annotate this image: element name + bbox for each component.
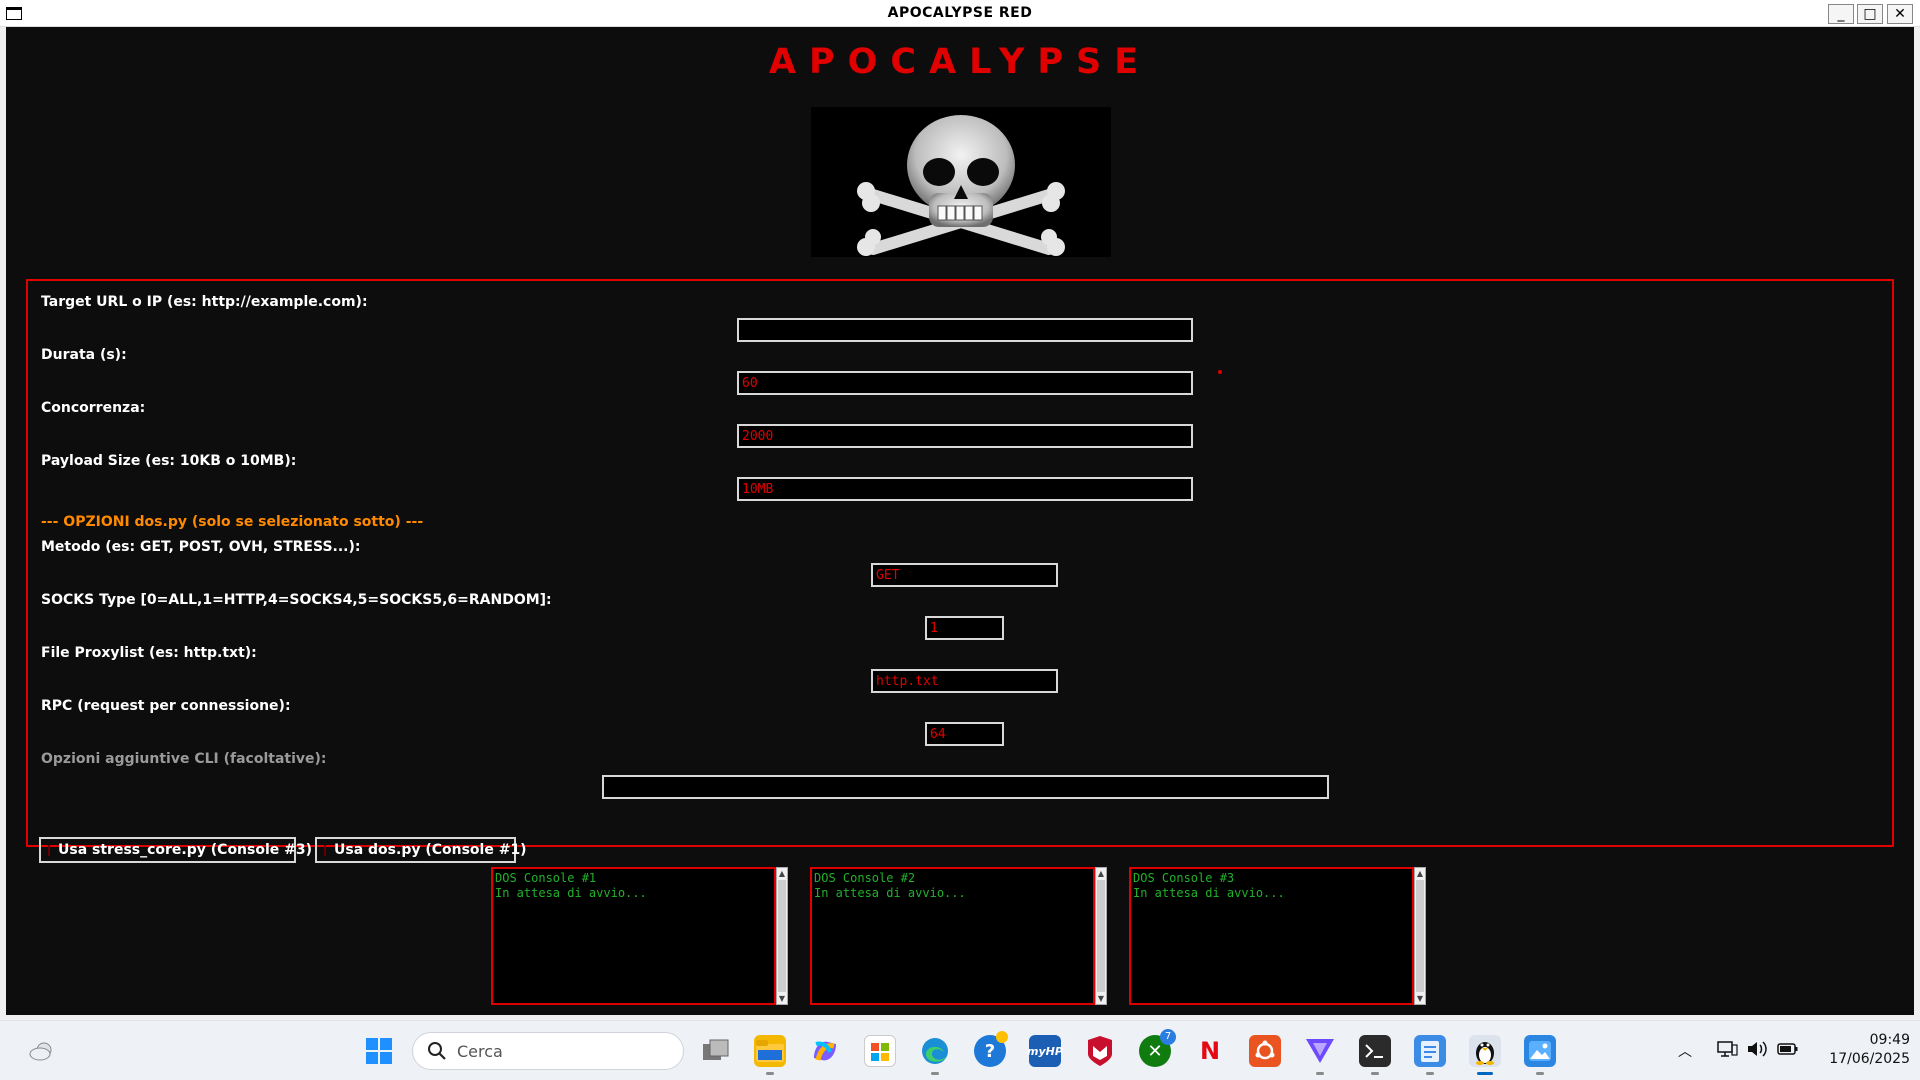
scroll-down-icon[interactable]: ▼ [1415, 993, 1425, 1004]
console-output: DOS Console #2 In attesa di avvio... [810, 867, 1095, 1005]
taskbar-clock[interactable]: 09:49 17/06/2025 [1810, 1031, 1910, 1069]
running-indicator [1426, 1072, 1434, 1075]
search-placeholder: Cerca [457, 1041, 503, 1061]
window-titlebar: APOCALYPSE RED _ □ ✕ [0, 0, 1920, 27]
running-indicator [931, 1072, 939, 1075]
rpc-input[interactable]: 64 [925, 722, 1004, 746]
socks-type-input[interactable]: 1 [925, 616, 1004, 640]
console-scrollbar[interactable]: ▲ ▼ [776, 867, 788, 1005]
myhp-icon[interactable]: myHP [1027, 1035, 1063, 1067]
target-label: Target URL o IP (es: http://example.com)… [41, 294, 368, 310]
scroll-thumb[interactable] [778, 880, 786, 992]
scroll-thumb[interactable] [1097, 880, 1105, 992]
socks-type-label: SOCKS Type [0=ALL,1=HTTP,4=SOCKS4,5=SOCK… [41, 592, 552, 608]
options-form: Target URL o IP (es: http://example.com)… [26, 279, 1894, 863]
method-input[interactable]: GET [871, 563, 1058, 587]
close-icon: ✕ [1894, 6, 1906, 22]
taskbar-search-box[interactable]: Cerca [412, 1032, 684, 1070]
concurrency-input[interactable]: 2000 [737, 424, 1193, 448]
maximize-button[interactable]: □ [1857, 4, 1883, 24]
console-title: DOS Console #3 [1133, 871, 1235, 885]
copilot-icon[interactable] [809, 1035, 841, 1067]
app-window: APOCALYPSE Target URL o IP (es: http://e… [6, 27, 1914, 1015]
start-icon[interactable] [363, 1035, 395, 1067]
rpc-label: RPC (request per connessione): [41, 698, 291, 714]
proxylist-label: File Proxylist (es: http.txt): [41, 645, 257, 661]
payload-label: Payload Size (es: 10KB o 10MB): [41, 453, 297, 469]
scroll-down-icon[interactable]: ▼ [1096, 993, 1106, 1004]
use-dos-label: Usa dos.py (Console #1) [334, 842, 527, 858]
skull-crossbones-icon [811, 107, 1111, 257]
console-title: DOS Console #1 [495, 871, 597, 885]
tray-overflow-icon[interactable]: ︿ [1678, 1041, 1692, 1061]
console-status: In attesa di avvio... [1133, 886, 1285, 900]
running-indicator [1316, 1072, 1324, 1075]
maximize-icon: □ [1863, 6, 1877, 22]
cli-options-label: Opzioni aggiuntive CLI (facoltative): [41, 751, 327, 767]
mcafee-icon[interactable] [1084, 1035, 1116, 1067]
dos-console-2: DOS Console #2 In attesa di avvio... ▲ ▼ [810, 867, 1107, 1005]
concurrency-label: Concorrenza: [41, 400, 146, 416]
volume-icon[interactable] [1746, 1039, 1768, 1063]
dos-console-3: DOS Console #3 In attesa di avvio... ▲ ▼ [1129, 867, 1426, 1005]
dos-options-heading: --- OPZIONI dos.py (solo se selezionato … [41, 514, 424, 530]
weather-icon[interactable] [26, 1035, 58, 1067]
console-scrollbar[interactable]: ▲ ▼ [1414, 867, 1426, 1005]
xbox-badge: 7 [1160, 1029, 1176, 1045]
console-output: DOS Console #1 In attesa di avvio... [491, 867, 776, 1005]
file-explorer-icon[interactable] [754, 1035, 786, 1067]
edge-icon[interactable] [919, 1035, 951, 1067]
use-stress-core-label: Usa stress_core.py (Console #3) [58, 842, 313, 858]
payload-input[interactable]: 10MB [737, 477, 1193, 501]
proxylist-input[interactable]: http.txt [871, 669, 1058, 693]
console-status: In attesa di avvio... [495, 886, 647, 900]
taskbar: Cerca ? myHP ✕ 7 N ︿ 09:49 17/06/2025 [0, 1020, 1920, 1080]
notepad-icon[interactable] [1414, 1035, 1446, 1067]
duration-input[interactable]: 60 [737, 371, 1193, 395]
clock-date: 17/06/2025 [1829, 1051, 1910, 1067]
running-indicator [1536, 1072, 1544, 1075]
terminal-icon[interactable] [1359, 1035, 1391, 1067]
scroll-down-icon[interactable]: ▼ [777, 993, 787, 1004]
app-heading: APOCALYPSE [768, 42, 1152, 82]
use-stress-core-checkbox[interactable]: Usa stress_core.py (Console #3) [39, 837, 312, 863]
console-scrollbar[interactable]: ▲ ▼ [1095, 867, 1107, 1005]
console-status: In attesa di avvio... [814, 886, 966, 900]
target-input[interactable] [737, 318, 1193, 342]
minimize-button[interactable]: _ [1828, 4, 1854, 24]
running-indicator [766, 1072, 774, 1075]
scroll-up-icon[interactable]: ▲ [777, 868, 787, 879]
cli-options-input[interactable] [602, 775, 1329, 799]
photos-icon[interactable] [1524, 1035, 1556, 1067]
console-title: DOS Console #2 [814, 871, 916, 885]
checkbox-indicator [48, 844, 50, 856]
clock-time: 09:49 [1869, 1032, 1910, 1048]
task-view-icon[interactable] [700, 1035, 732, 1067]
use-dos-checkbox[interactable]: Usa dos.py (Console #1) [315, 837, 527, 863]
window-title: APOCALYPSE RED [887, 5, 1033, 21]
scroll-up-icon[interactable]: ▲ [1415, 868, 1425, 879]
vpn-icon[interactable] [1304, 1035, 1336, 1067]
minimize-icon: _ [1837, 6, 1845, 22]
microsoft-store-icon[interactable] [864, 1035, 896, 1067]
close-button[interactable]: ✕ [1887, 4, 1913, 24]
network-icon[interactable] [1716, 1039, 1738, 1063]
method-label: Metodo (es: GET, POST, OVH, STRESS...): [41, 539, 361, 555]
skull-logo-graphic [857, 115, 1065, 256]
linux-penguin-icon[interactable] [1469, 1035, 1501, 1067]
scroll-thumb[interactable] [1416, 880, 1424, 992]
dos-console-1: DOS Console #1 In attesa di avvio... ▲ ▼ [491, 867, 788, 1005]
ubuntu-icon[interactable] [1249, 1035, 1281, 1067]
scroll-up-icon[interactable]: ▲ [1096, 868, 1106, 879]
running-indicator [1371, 1072, 1379, 1075]
checkbox-indicator [324, 844, 326, 856]
running-indicator-active [1477, 1072, 1493, 1075]
netflix-icon[interactable]: N [1194, 1035, 1226, 1067]
duration-label: Durata (s): [41, 347, 127, 363]
cursor-dot [1218, 370, 1222, 374]
console-output: DOS Console #3 In attesa di avvio... [1129, 867, 1414, 1005]
search-icon [428, 1042, 446, 1060]
help-badge [996, 1031, 1008, 1043]
battery-icon[interactable] [1776, 1039, 1800, 1063]
